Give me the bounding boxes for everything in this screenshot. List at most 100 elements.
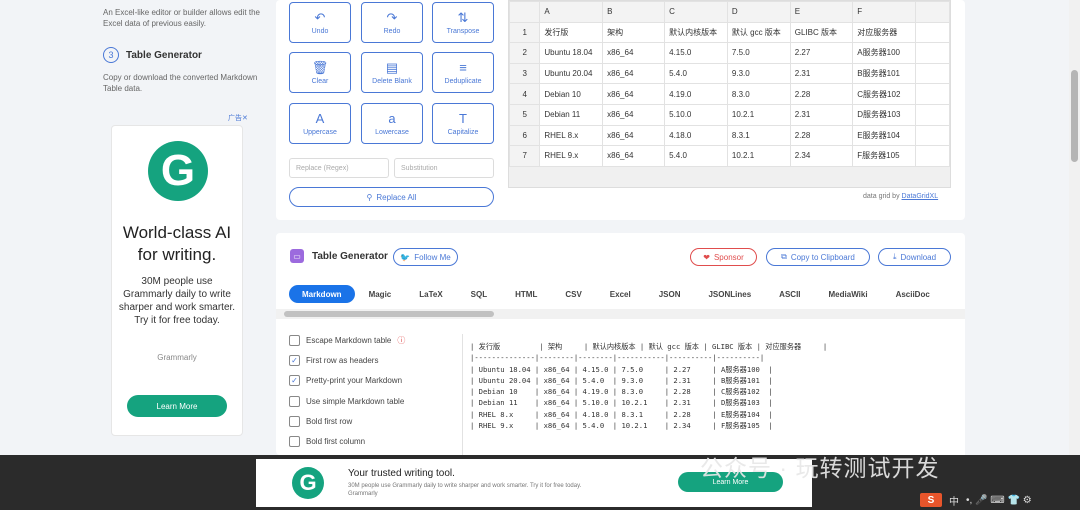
option-first-row-headers[interactable]: ✓ First row as headers <box>289 355 378 366</box>
grid-cell[interactable]: C服务器102 <box>852 83 916 105</box>
grid-cell[interactable]: Ubuntu 18.04 <box>539 42 604 64</box>
grid-cell[interactable]: x86_64 <box>602 124 666 147</box>
grid-cell[interactable]: 9.3.0 <box>726 62 791 85</box>
grid-cell[interactable]: 4.15.0 <box>664 42 728 64</box>
tab-sql[interactable]: SQL <box>457 285 501 303</box>
tray-icons[interactable]: •, 🎤 ⌨ 👕 ⚙ <box>966 495 1032 506</box>
ad-label[interactable]: 广告✕ <box>228 113 248 123</box>
ad-learn-more-button[interactable]: Learn More <box>127 395 227 417</box>
download-button[interactable]: ⤓ Download <box>878 248 951 266</box>
grid-cell[interactable] <box>914 145 950 167</box>
option-escape-markdown[interactable]: Escape Markdown table ⓘ <box>289 335 405 346</box>
grid-cell[interactable]: 7.5.0 <box>726 42 791 64</box>
uppercase-button[interactable]: A Uppercase <box>289 103 351 144</box>
grid-cell[interactable]: B服务器101 <box>852 62 916 85</box>
grid-cell[interactable]: D服务器103 <box>852 103 916 126</box>
checkbox[interactable] <box>289 335 300 346</box>
grid-col-header[interactable]: B <box>602 1 666 23</box>
grid-cell[interactable]: GLIBC 版本 <box>789 21 854 44</box>
grid-cell[interactable]: x86_64 <box>602 145 666 167</box>
ime-language[interactable]: 中 <box>949 493 959 508</box>
grid-cell[interactable] <box>914 103 950 126</box>
option-bold-first-row[interactable]: Bold first row <box>289 416 352 427</box>
tab-mediawiki[interactable]: MediaWiki <box>815 285 882 303</box>
ime-logo-icon[interactable]: S <box>920 493 942 507</box>
grid-cell[interactable]: 2.27 <box>789 42 854 64</box>
markdown-output-text[interactable]: | 发行版 | 架构 | 默认内核版本 | 默认 gcc 版本 | GLIBC … <box>463 334 965 431</box>
grid-cell[interactable]: F服务器105 <box>852 145 916 167</box>
data-grid[interactable]: A B C D E F 1 发行版 架构 默认内核版本 默认 gcc 版本 GL… <box>508 0 951 188</box>
grid-cell[interactable]: 2.28 <box>789 124 854 147</box>
option-bold-first-column[interactable]: Bold first column <box>289 436 365 447</box>
grid-cell[interactable]: 2.31 <box>789 62 854 85</box>
redo-button[interactable]: ↷ Redo <box>361 2 423 43</box>
grid-col-header[interactable]: C <box>664 1 728 23</box>
follow-me-button[interactable]: 🐦 Follow Me <box>393 248 458 266</box>
grid-cell[interactable]: 5.10.0 <box>664 103 728 126</box>
clear-button[interactable]: 🗑 Clear <box>289 52 351 93</box>
grid-cell[interactable]: 10.2.1 <box>726 103 791 126</box>
grid-col-header[interactable]: E <box>789 1 854 23</box>
grid-row[interactable]: 7 RHEL 9.x x86_64 5.4.0 10.2.1 2.34 F服务器… <box>509 145 950 167</box>
grid-cell[interactable]: 8.3.0 <box>726 83 791 105</box>
lowercase-button[interactable]: a Lowercase <box>361 103 423 144</box>
grid-cell[interactable]: 发行版 <box>539 21 604 44</box>
undo-button[interactable]: ↶ Undo <box>289 2 351 43</box>
grid-cell[interactable]: RHEL 9.x <box>539 145 604 167</box>
tab-jsonlines[interactable]: JSONLines <box>694 285 765 303</box>
grid-row[interactable]: 2 Ubuntu 18.04 x86_64 4.15.0 7.5.0 2.27 … <box>509 42 950 64</box>
grid-cell[interactable]: x86_64 <box>602 42 666 64</box>
tab-csv[interactable]: CSV <box>551 285 595 303</box>
grid-col-header[interactable]: F <box>852 1 916 23</box>
checkbox[interactable] <box>289 436 300 447</box>
checkbox[interactable]: ✓ <box>289 355 300 366</box>
grid-cell[interactable]: 默认 gcc 版本 <box>726 21 791 44</box>
grid-cell[interactable]: 对应服务器 <box>852 21 916 44</box>
grid-cell[interactable]: 4.19.0 <box>664 83 728 105</box>
checkbox[interactable]: ✓ <box>289 375 300 386</box>
copy-to-clipboard-button[interactable]: ⧉ Copy to Clipboard <box>766 248 870 266</box>
info-icon[interactable]: ⓘ <box>397 335 405 346</box>
grid-row[interactable]: 5 Debian 11 x86_64 5.10.0 10.2.1 2.31 D服… <box>509 103 950 126</box>
tab-html[interactable]: HTML <box>501 285 551 303</box>
deduplicate-button[interactable]: ≡ Deduplicate <box>432 52 494 93</box>
grid-cell[interactable]: 5.4.0 <box>664 145 728 167</box>
tab-ascii[interactable]: ASCII <box>765 285 814 303</box>
tab-magic[interactable]: Magic <box>355 285 406 303</box>
option-simple-markdown[interactable]: Use simple Markdown table <box>289 396 404 407</box>
datagridxl-link[interactable]: DataGridXL <box>902 193 939 200</box>
sponsor-button[interactable]: ❤ Sponsor <box>690 248 757 266</box>
grid-cell[interactable] <box>914 21 950 44</box>
checkbox[interactable] <box>289 396 300 407</box>
transpose-button[interactable]: ⇅ Transpose <box>432 2 494 43</box>
grid-cell[interactable]: Debian 11 <box>539 103 604 126</box>
delete-blank-button[interactable]: ▤ Delete Blank <box>361 52 423 93</box>
tab-latex[interactable]: LaTeX <box>405 285 456 303</box>
grid-cell[interactable]: 5.4.0 <box>664 62 728 85</box>
page-scrollbar[interactable] <box>1069 0 1080 455</box>
grid-cell[interactable] <box>914 83 950 105</box>
tab-markdown[interactable]: Markdown <box>289 285 355 303</box>
grid-cell[interactable]: E服务器104 <box>852 124 916 147</box>
grid-cell[interactable]: 2.31 <box>789 103 854 126</box>
substitution-input[interactable]: Substitution <box>394 158 494 178</box>
grid-cell[interactable] <box>914 124 950 147</box>
replace-all-button[interactable]: ⚲ Replace All <box>289 187 494 207</box>
markdown-output[interactable]: | 发行版 | 架构 | 默认内核版本 | 默认 gcc 版本 | GLIBC … <box>462 334 965 455</box>
option-pretty-print[interactable]: ✓ Pretty-print your Markdown <box>289 375 402 386</box>
grid-row[interactable]: 3 Ubuntu 20.04 x86_64 5.4.0 9.3.0 2.31 B… <box>509 62 950 85</box>
grid-row[interactable]: 4 Debian 10 x86_64 4.19.0 8.3.0 2.28 C服务… <box>509 83 950 105</box>
grid-cell[interactable]: Ubuntu 20.04 <box>539 62 604 85</box>
grid-row[interactable]: 1 发行版 架构 默认内核版本 默认 gcc 版本 GLIBC 版本 对应服务器 <box>509 21 950 44</box>
grid-cell[interactable]: 2.28 <box>789 83 854 105</box>
grid-cell[interactable]: 8.3.1 <box>726 124 791 147</box>
replace-regex-input[interactable]: Replace (Regex) <box>289 158 389 178</box>
grid-row[interactable]: 6 RHEL 8.x x86_64 4.18.0 8.3.1 2.28 E服务器… <box>509 124 950 147</box>
grid-cell[interactable]: x86_64 <box>602 62 666 85</box>
grid-cell[interactable]: x86_64 <box>602 103 666 126</box>
grid-cell[interactable]: A服务器100 <box>852 42 916 64</box>
grid-cell[interactable]: Debian 10 <box>539 83 604 105</box>
tab-asciidoc[interactable]: AsciiDoc <box>882 285 944 303</box>
tab-excel[interactable]: Excel <box>596 285 645 303</box>
grid-cell[interactable]: RHEL 8.x <box>539 124 604 147</box>
